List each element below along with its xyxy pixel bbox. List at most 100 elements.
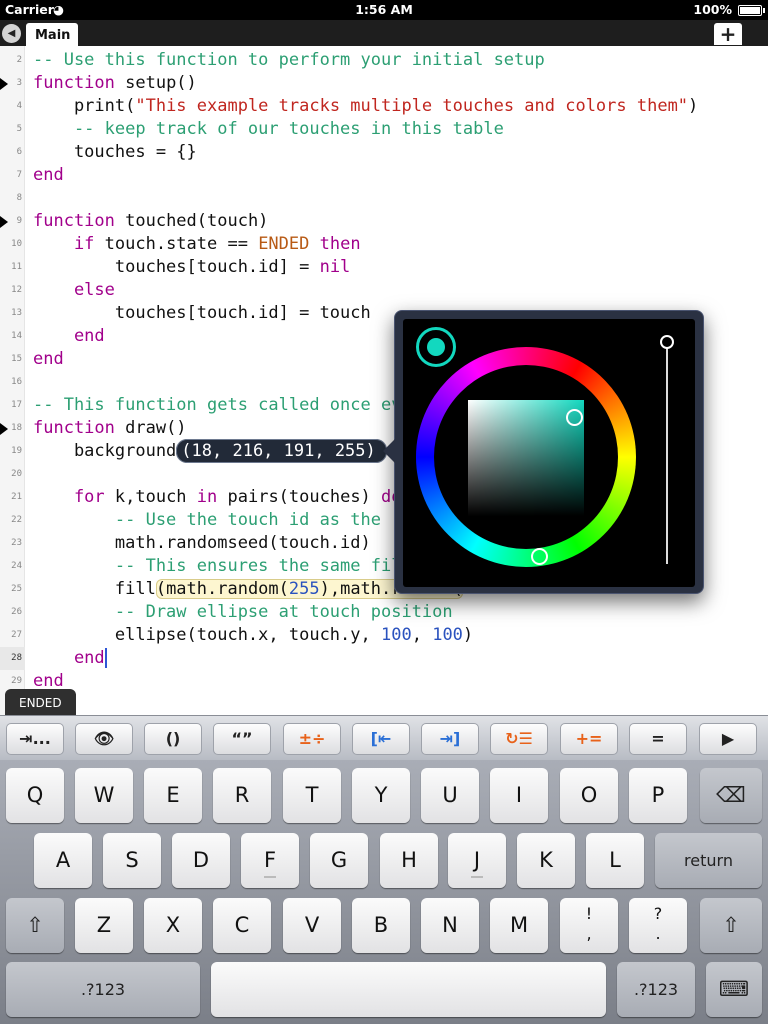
code-text: ) [688, 96, 699, 116]
code-line[interactable]: -- Use this function to perform your ini… [33, 49, 545, 72]
key-b[interactable]: B [352, 898, 410, 953]
key-d[interactable]: D [172, 833, 230, 888]
equals-button[interactable]: = [629, 723, 687, 755]
numbers-key-left[interactable]: .?123 [6, 962, 200, 1017]
code-line[interactable]: -- Use the touch id as the r [33, 509, 402, 532]
code-line[interactable]: touches[touch.id] = nil [33, 256, 350, 279]
indent-button[interactable]: ⇥... [6, 723, 64, 755]
key-e[interactable]: E [144, 768, 202, 823]
key-z[interactable]: Z [75, 898, 133, 953]
numbers-key-right[interactable]: .?123 [617, 962, 695, 1017]
alpha-slider-handle[interactable] [660, 335, 674, 349]
key-s[interactable]: S [103, 833, 161, 888]
hue-handle[interactable] [531, 548, 548, 565]
hide-keyboard-icon[interactable]: ⌨ [706, 962, 762, 1017]
key-u[interactable]: U [421, 768, 479, 823]
color-swatch[interactable] [416, 327, 456, 367]
code-line[interactable]: math.randomseed(touch.id) [33, 532, 371, 555]
key-p[interactable]: P [629, 768, 687, 823]
key-f[interactable]: F [241, 833, 299, 888]
key-w[interactable]: W [75, 768, 133, 823]
breakpoint-marker[interactable] [0, 78, 10, 90]
eye-icon[interactable]: 👁 [75, 723, 133, 755]
key-r[interactable]: R [213, 768, 271, 823]
line-number: 8 [16, 193, 22, 203]
tab-bar: ◀ Main + [0, 20, 768, 46]
line-number: 20 [11, 469, 22, 479]
key-m[interactable]: M [490, 898, 548, 953]
code-line[interactable]: print("This example tracks multiple touc… [33, 95, 698, 118]
saturation-value-handle[interactable] [566, 409, 583, 426]
key-g[interactable]: G [310, 833, 368, 888]
line-number: 27 [11, 630, 22, 640]
code-text: setup() [114, 73, 197, 93]
code-line[interactable]: end [33, 348, 64, 371]
plus-equals-button[interactable]: += [560, 723, 618, 755]
key-l[interactable]: L [586, 833, 644, 888]
text-cursor [104, 648, 107, 668]
code-line[interactable]: for k,touch in pairs(touches) do [33, 486, 402, 509]
code-line[interactable]: background (18, 216, 191, 255) [33, 439, 387, 463]
code-text: draw() [114, 418, 187, 438]
space-bar[interactable] [211, 962, 606, 1017]
code-line[interactable]: function draw() [33, 417, 187, 440]
line-number: 11 [11, 262, 22, 272]
key-x[interactable]: X [144, 898, 202, 953]
code-line[interactable]: -- Draw ellipse at touch position [33, 601, 453, 624]
shift-icon[interactable]: ⇧ [6, 898, 64, 953]
key-h[interactable]: H [380, 833, 438, 888]
breakpoint-marker[interactable] [0, 423, 10, 435]
alpha-slider-track[interactable] [666, 344, 668, 564]
key-j[interactable]: J [448, 833, 506, 888]
indent-right-button[interactable]: ⇥] [421, 723, 479, 755]
key-y[interactable]: Y [352, 768, 410, 823]
key-k[interactable]: K [517, 833, 575, 888]
code-line[interactable]: function setup() [33, 72, 197, 95]
line-number: 22 [11, 515, 22, 525]
key-a[interactable]: A [34, 833, 92, 888]
key-o[interactable]: O [560, 768, 618, 823]
string-literal: "This example tracks multiple touches an… [135, 96, 689, 116]
color-tuple-token[interactable]: (18, 216, 191, 255) [176, 439, 387, 463]
keyword: end [33, 648, 105, 668]
return-key[interactable]: return [655, 833, 762, 888]
unindent-button[interactable]: [⇤ [352, 723, 410, 755]
code-line[interactable]: -- keep track of our touches in this tab… [33, 118, 504, 141]
code-line[interactable]: end [33, 164, 64, 187]
back-icon[interactable]: ◀ [2, 24, 21, 43]
add-tab-button[interactable]: + [714, 23, 742, 45]
code-line[interactable]: end [33, 647, 107, 670]
line-number: 23 [11, 538, 22, 548]
key-i[interactable]: I [490, 768, 548, 823]
shift-right-icon[interactable]: ⇧ [700, 898, 762, 953]
format-button[interactable]: ↻☰ [490, 723, 548, 755]
key-v[interactable]: V [283, 898, 341, 953]
code-line[interactable]: if touch.state == ENDED then [33, 233, 361, 256]
backspace-icon[interactable]: ⌫ [700, 768, 762, 823]
key-t[interactable]: T [283, 768, 341, 823]
code-line[interactable]: -- This function gets called once ev [33, 394, 401, 417]
code-line[interactable]: touches[touch.id] = touch [33, 302, 371, 325]
code-line[interactable]: -- This ensures the same fil [33, 555, 402, 578]
line-number: 6 [16, 147, 22, 157]
code-line[interactable]: else [33, 279, 115, 302]
code-text: ellipse(touch.x, touch.y, [33, 625, 381, 645]
key-exclamation-comma[interactable]: ! , [560, 898, 618, 953]
autocomplete-suggestion[interactable]: ENDED [5, 689, 76, 715]
quotes-button[interactable]: “” [213, 723, 271, 755]
breakpoint-marker[interactable] [0, 216, 10, 228]
parentheses-button[interactable]: () [144, 723, 202, 755]
code-line[interactable]: function touched(touch) [33, 210, 268, 233]
key-n[interactable]: N [421, 898, 479, 953]
key-c[interactable]: C [213, 898, 271, 953]
code-line[interactable]: end [33, 325, 105, 348]
code-line[interactable]: touches = {} [33, 141, 197, 164]
key-q[interactable]: Q [6, 768, 64, 823]
code-accessory-toolbar: ⇥... 👁 () “” ±÷ [⇤ ⇥] ↻☰ += = ▶ [0, 715, 768, 760]
run-icon[interactable]: ▶ [699, 723, 757, 755]
key-question-period[interactable]: ? . [629, 898, 687, 953]
code-line[interactable]: ellipse(touch.x, touch.y, 100, 100) [33, 624, 473, 647]
line-number: 19 [11, 446, 22, 456]
tab-main[interactable]: Main [26, 23, 78, 46]
math-operators-button[interactable]: ±÷ [283, 723, 341, 755]
